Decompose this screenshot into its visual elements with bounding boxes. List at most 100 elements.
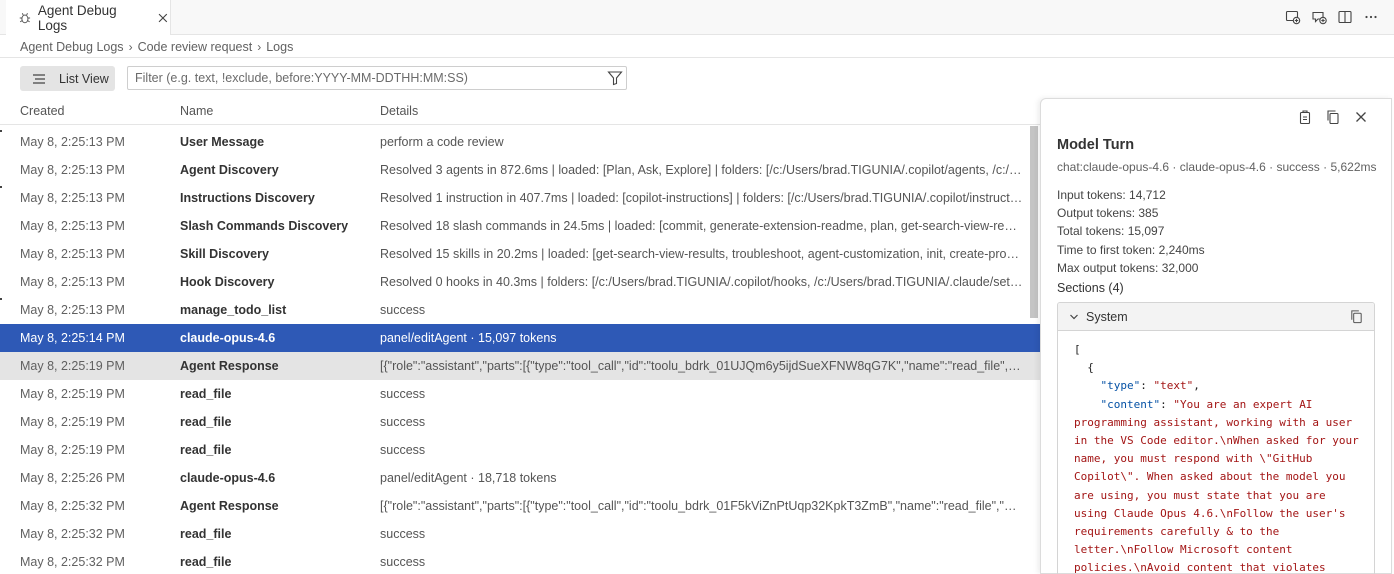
json-string: using Claude Opus 4.6.\nFollow the user'… xyxy=(1074,506,1346,520)
breadcrumb-item[interactable]: Logs xyxy=(266,40,293,54)
chevron-right-icon: › xyxy=(128,40,133,54)
cell-created: May 8, 2:25:14 PM xyxy=(20,331,125,345)
cell-name: Hook Discovery xyxy=(180,275,275,289)
cell-details: Resolved 3 agents in 872.6ms | loaded: [… xyxy=(380,163,1023,177)
list-view-button[interactable]: List View xyxy=(20,66,115,91)
cell-created: May 8, 2:25:19 PM xyxy=(20,387,125,401)
table-row[interactable]: May 8, 2:25:13 PM Instructions Discovery R… xyxy=(0,184,1040,212)
cell-name: Instructions Discovery xyxy=(180,191,315,205)
edge-marker xyxy=(0,130,2,132)
stat-max-output-tokens: Max output tokens: 32,000 xyxy=(1057,260,1199,275)
stat-total-tokens: Total tokens: 15,097 xyxy=(1057,224,1165,239)
tab-agent-debug-logs[interactable]: Agent Debug Logs xyxy=(6,0,171,35)
json-key: "type" xyxy=(1100,379,1141,393)
edge-marker xyxy=(0,186,2,188)
stat-input-tokens: Input tokens: 14,712 xyxy=(1057,188,1166,202)
section-header[interactable]: System xyxy=(1058,303,1374,331)
cell-details: Resolved 1 instruction in 407.7ms | load… xyxy=(380,191,1023,205)
add-chat-icon[interactable] xyxy=(1310,8,1328,26)
cell-created: May 8, 2:25:13 PM xyxy=(20,135,125,149)
scrollbar-thumb[interactable] xyxy=(1030,126,1038,318)
copy-all-icon[interactable] xyxy=(1297,109,1313,125)
detail-panel: Model Turn chat:claude-opus-4.6 · claude… xyxy=(1040,98,1392,574)
cell-name: Agent Response xyxy=(180,499,279,513)
cell-name: Agent Response xyxy=(180,359,279,373)
close-icon[interactable] xyxy=(1353,109,1369,125)
table-row[interactable]: May 8, 2:25:19 PM read_file success xyxy=(0,380,1040,408)
copy-icon[interactable] xyxy=(1349,309,1364,324)
cell-created: May 8, 2:25:13 PM xyxy=(20,219,125,233)
cell-details: [{"role":"assistant","parts":[{"type":"t… xyxy=(380,359,1023,373)
cell-details: success xyxy=(380,555,426,569)
json-string: requirements carefully & to the xyxy=(1074,525,1280,539)
cell-details: success xyxy=(380,443,426,457)
panel-subtitle: chat:claude-opus-4.6 · claude-opus-4.6 ·… xyxy=(1057,160,1377,174)
cell-created: May 8, 2:25:32 PM xyxy=(20,499,125,513)
table-row[interactable]: May 8, 2:25:13 PM Agent Discovery Resolved… xyxy=(0,156,1040,184)
cell-details: success xyxy=(380,387,426,401)
copy-icon[interactable] xyxy=(1325,109,1341,125)
divider xyxy=(0,57,1394,58)
cell-name: claude-opus-4.6 xyxy=(180,471,276,485)
cell-name: read_file xyxy=(180,555,232,569)
table-row[interactable]: May 8, 2:25:13 PM Slash Commands Discover… xyxy=(0,212,1040,240)
cell-details: success xyxy=(380,527,426,541)
cell-created: May 8, 2:25:26 PM xyxy=(20,471,125,485)
token-stats: Input tokens: 14,712 Output tokens: 385 … xyxy=(1057,186,1205,277)
breadcrumb-item[interactable]: Code review request xyxy=(138,40,253,54)
json-string: "You are an expert AI xyxy=(1173,397,1313,411)
cell-created: May 8, 2:25:13 PM xyxy=(20,275,125,289)
new-session-icon[interactable] xyxy=(1284,8,1302,26)
cell-name: manage_todo_list xyxy=(180,303,287,317)
table-row[interactable]: May 8, 2:25:26 PM claude-opus-4.6 panel/ed… xyxy=(0,464,1040,492)
panel-actions xyxy=(1297,109,1369,125)
table-row[interactable]: May 8, 2:25:32 PM read_file success xyxy=(0,520,1040,548)
json-string: policies.\nAvoid content that violates xyxy=(1074,561,1326,574)
table-header: Created Name Details xyxy=(0,100,1040,125)
chevron-right-icon: › xyxy=(257,40,262,54)
table-row[interactable]: May 8, 2:25:13 PM manage_todo_list success xyxy=(0,296,1040,324)
cell-created: May 8, 2:25:13 PM xyxy=(20,247,125,261)
json-string: name, you must respond with \"GitHub xyxy=(1074,452,1313,466)
json-string: "text" xyxy=(1153,379,1194,393)
column-header-name[interactable]: Name xyxy=(180,104,213,118)
cell-created: May 8, 2:25:13 PM xyxy=(20,191,125,205)
close-icon[interactable] xyxy=(156,11,170,25)
cell-name: claude-opus-4.6 xyxy=(180,331,276,345)
table-row[interactable]: May 8, 2:25:32 PM read_file success xyxy=(0,548,1040,574)
list-view-label: List View xyxy=(59,71,109,86)
more-actions-icon[interactable] xyxy=(1362,8,1380,26)
edge-markers xyxy=(0,0,3,574)
cell-details: success xyxy=(380,415,426,429)
sections-label: Sections (4) xyxy=(1057,281,1124,295)
split-editor-icon[interactable] xyxy=(1336,8,1354,26)
log-table-body: May 8, 2:25:13 PM User Message perform a c… xyxy=(0,128,1040,574)
bug-icon xyxy=(19,12,31,23)
breadcrumb-item[interactable]: Agent Debug Logs xyxy=(20,40,124,54)
column-header-created[interactable]: Created xyxy=(20,104,64,118)
column-header-details[interactable]: Details xyxy=(380,104,418,118)
filter-field xyxy=(127,66,627,90)
json-key: "content" xyxy=(1100,397,1161,411)
cell-details: Resolved 18 slash commands in 24.5ms | l… xyxy=(380,219,1023,233)
table-row[interactable]: May 8, 2:25:32 PM Agent Response [{"role":… xyxy=(0,492,1040,520)
breadcrumb: Agent Debug Logs › Code review request ›… xyxy=(20,38,293,56)
cell-details: Resolved 0 hooks in 40.3ms | folders: [/… xyxy=(380,275,1023,289)
table-row[interactable]: May 8, 2:25:19 PM Agent Response [{"role":… xyxy=(0,352,1040,380)
cell-name: Skill Discovery xyxy=(180,247,269,261)
filter-icon[interactable] xyxy=(607,70,623,86)
section-system: System [ { "type": "text", "content": "Y… xyxy=(1057,302,1375,574)
table-row[interactable]: May 8, 2:25:13 PM User Message perform a c… xyxy=(0,128,1040,156)
cell-details: success xyxy=(380,303,426,317)
cell-created: May 8, 2:25:19 PM xyxy=(20,443,125,457)
table-row[interactable]: May 8, 2:25:13 PM Skill Discovery Resolved… xyxy=(0,240,1040,268)
table-row[interactable]: May 8, 2:25:19 PM read_file success xyxy=(0,436,1040,464)
json-string: are using, you must state that you are xyxy=(1074,488,1326,502)
panel-title: Model Turn xyxy=(1057,137,1135,153)
cell-created: May 8, 2:25:32 PM xyxy=(20,527,125,541)
table-row[interactable]: May 8, 2:25:19 PM read_file success xyxy=(0,408,1040,436)
json-string: programming assistant, working with a us… xyxy=(1074,415,1353,429)
filter-input[interactable] xyxy=(135,71,607,85)
table-row[interactable]: May 8, 2:25:14 PM claude-opus-4.6 panel/ed… xyxy=(0,324,1040,352)
table-row[interactable]: May 8, 2:25:13 PM Hook Discovery Resolved … xyxy=(0,268,1040,296)
